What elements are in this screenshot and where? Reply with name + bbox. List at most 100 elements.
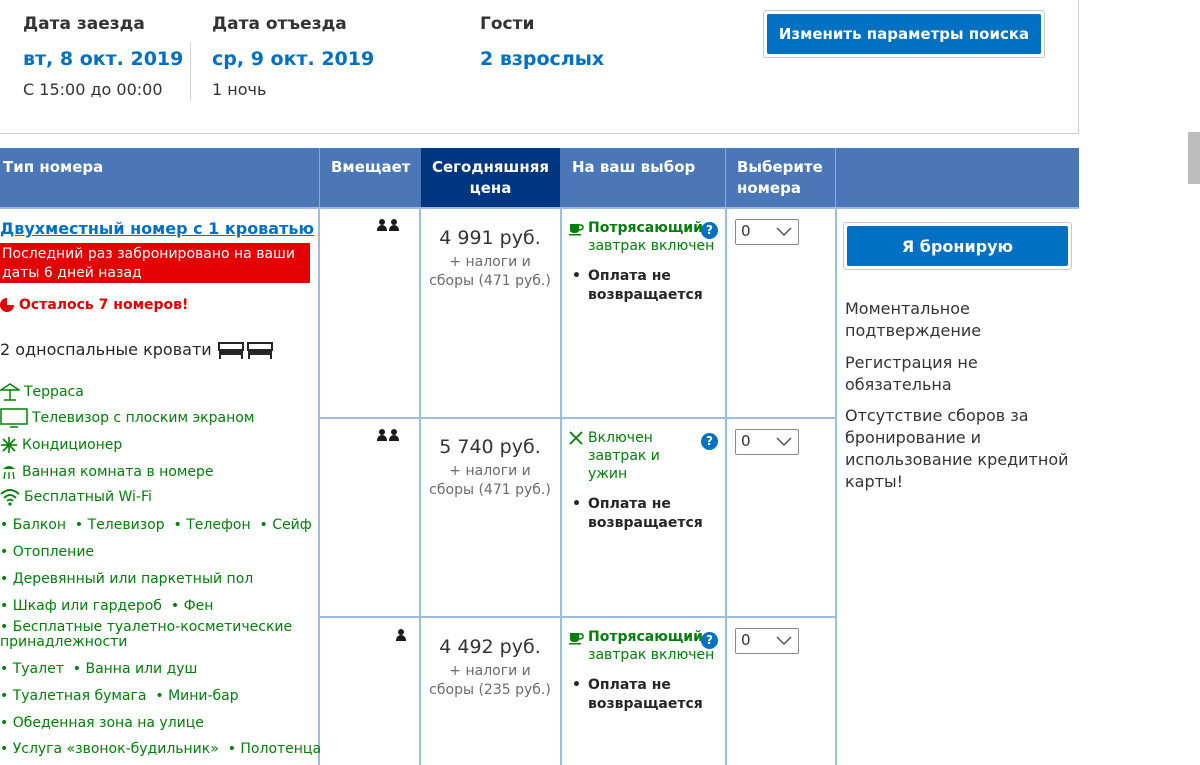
change-search-button[interactable]: Изменить параметры поиска <box>763 10 1045 58</box>
facility-item: Фен <box>183 598 214 614</box>
tax-line: сборы (235 руб.) <box>429 682 551 698</box>
meal-text: завтрак включен <box>588 238 715 254</box>
facility-row: • Отопление <box>0 544 95 560</box>
facility-tv: Телевизор с плоским экраном <box>0 408 254 428</box>
single-bed-icon <box>217 341 273 359</box>
help-icon[interactable]: ? <box>701 433 718 450</box>
book-now-label: Я бронирую <box>847 226 1068 266</box>
facility-row: • Туалетная бумага • Мини-бар <box>0 688 239 704</box>
person-icon <box>377 429 387 441</box>
facility-item: Шкаф или гардероб <box>12 598 162 614</box>
capacity-2-adults <box>377 429 399 441</box>
table-border <box>318 209 320 765</box>
scrollbar-thumb[interactable] <box>1188 132 1200 184</box>
facility-item: Ванна или душ <box>85 661 198 677</box>
price-taxes: + налоги и сборы (471 руб.) <box>420 462 560 500</box>
facility-item: Туалет <box>12 661 64 677</box>
facility-item: Услуга «звонок-будильник» <box>12 741 219 757</box>
price-taxes: + налоги и сборы (471 руб.) <box>420 253 560 291</box>
facility-row: • Бесплатные туалетно-косметические прин… <box>0 619 293 650</box>
price-amount: 4 991 руб. <box>439 227 541 249</box>
facility-label: Ванная комната в номере <box>22 464 214 480</box>
header-separator <box>319 148 320 209</box>
help-icon[interactable]: ? <box>701 222 718 239</box>
header-separator <box>835 148 836 209</box>
option-conditions: Потрясающий завтрак включен ? • Оплата не … <box>568 219 718 305</box>
row-border <box>318 417 837 419</box>
page-scrollbar[interactable] <box>1186 0 1200 765</box>
header-separator <box>725 148 726 209</box>
facility-row: • Услуга «звонок-будильник» • Полотенца <box>0 741 322 757</box>
cutlery-icon <box>569 431 583 445</box>
meal-info: Включен завтрак и ужин <box>568 429 718 483</box>
facility-ac: Кондиционер <box>0 436 122 454</box>
checkout-block: Дата отъезда ср, 9 окт. 2019 1 ночь <box>212 14 374 99</box>
price-cell: 4 492 руб. + налоги и сборы (235 руб.) <box>420 636 560 700</box>
facility-item: Обеденная зона на улице <box>12 715 204 731</box>
search-summary: Дата заезда вт, 8 окт. 2019 С 15:00 до 0… <box>0 0 1079 134</box>
header-select-rooms: Выберите номера <box>737 148 832 209</box>
facility-label: Терраса <box>24 384 84 400</box>
policy-item: • Оплата не возвращается <box>568 495 718 533</box>
room-quantity-select[interactable]: 0 <box>735 429 799 455</box>
help-icon[interactable]: ? <box>701 632 718 649</box>
snowflake-icon <box>1 437 17 453</box>
facility-wifi: Бесплатный Wi-Fi <box>0 488 152 506</box>
price-cell: 4 991 руб. + налоги и сборы (471 руб.) <box>420 227 560 291</box>
tax-line: + налоги и <box>449 463 531 479</box>
header-select-line2: номера <box>737 179 801 197</box>
selected-quantity: 0 <box>741 432 751 450</box>
facility-item: Туалетная бумага <box>12 688 147 704</box>
policy-text: Оплата не возвращается <box>588 677 703 712</box>
checkin-time: С 15:00 до 00:00 <box>23 80 163 99</box>
room-title-link[interactable]: Двухместный номер с 1 кроватью <box>0 219 314 238</box>
person-icon <box>396 629 406 641</box>
book-now-button[interactable]: Я бронирую <box>843 222 1072 270</box>
facility-item: Телевизор <box>87 517 165 533</box>
facility-bathroom: Ванная комната в номере <box>0 463 214 481</box>
perk-no-registration: Регистрация не обязательна <box>845 353 978 394</box>
selected-quantity: 0 <box>741 222 751 240</box>
facility-item: Сейф <box>272 517 312 533</box>
tax-line: + налоги и <box>449 254 531 270</box>
guests-block: Гости 2 взрослых <box>480 14 604 70</box>
table-border <box>835 209 837 765</box>
table-border <box>0 207 1079 209</box>
capacity-2-adults <box>377 219 399 231</box>
tax-line: сборы (471 руб.) <box>429 482 551 498</box>
room-quantity-select[interactable]: 0 <box>735 628 799 654</box>
header-select-line1: Выберите <box>737 158 823 176</box>
header-your-choice: На ваш выбор <box>572 158 696 176</box>
tv-icon <box>0 408 28 428</box>
terrace-icon <box>0 383 20 401</box>
meal-info: Потрясающий завтрак включен <box>568 219 718 255</box>
facility-terrace: Терраса <box>0 383 84 401</box>
meal-info: Потрясающий завтрак включен <box>568 628 718 664</box>
checkout-date: ср, 9 окт. 2019 <box>212 48 375 70</box>
bed-text: 2 односпальные кровати <box>0 340 212 359</box>
facility-label: Бесплатный Wi-Fi <box>24 489 152 505</box>
chevron-down-icon <box>776 227 792 237</box>
checkin-block: Дата заезда вт, 8 окт. 2019 С 15:00 до 0… <box>23 14 183 99</box>
rooms-remaining: Осталось 7 номеров! <box>0 297 188 313</box>
price-cell: 5 740 руб. + налоги и сборы (471 руб.) <box>420 436 560 500</box>
guests-label: Гости <box>480 14 535 34</box>
last-booked-alert: Последний раз забронировано на ваши даты… <box>0 243 310 283</box>
policy-item: • Оплата не возвращается <box>568 676 718 714</box>
header-today-price: Сегодняшняя цена <box>421 148 560 209</box>
facility-item: Деревянный или паркетный пол <box>12 571 254 587</box>
row-border <box>318 616 837 618</box>
coffee-cup-icon <box>569 633 584 645</box>
price-amount: 4 492 руб. <box>439 636 541 658</box>
shower-icon <box>3 466 15 480</box>
facility-label: Телевизор с плоским экраном <box>32 410 255 426</box>
perk-instant-confirmation: Моментальное подтверждение <box>845 299 982 340</box>
table-border <box>725 209 727 765</box>
checkin-label: Дата заезда <box>23 14 145 34</box>
meal-highlight: Потрясающий <box>588 629 703 645</box>
header-today-line2: цена <box>469 179 512 197</box>
rooms-table-header: Тип номера Вмещает Сегодняшняя цена На в… <box>0 148 1079 209</box>
tax-line: сборы (471 руб.) <box>429 273 551 289</box>
chevron-down-icon <box>776 437 792 447</box>
room-quantity-select[interactable]: 0 <box>735 219 799 245</box>
